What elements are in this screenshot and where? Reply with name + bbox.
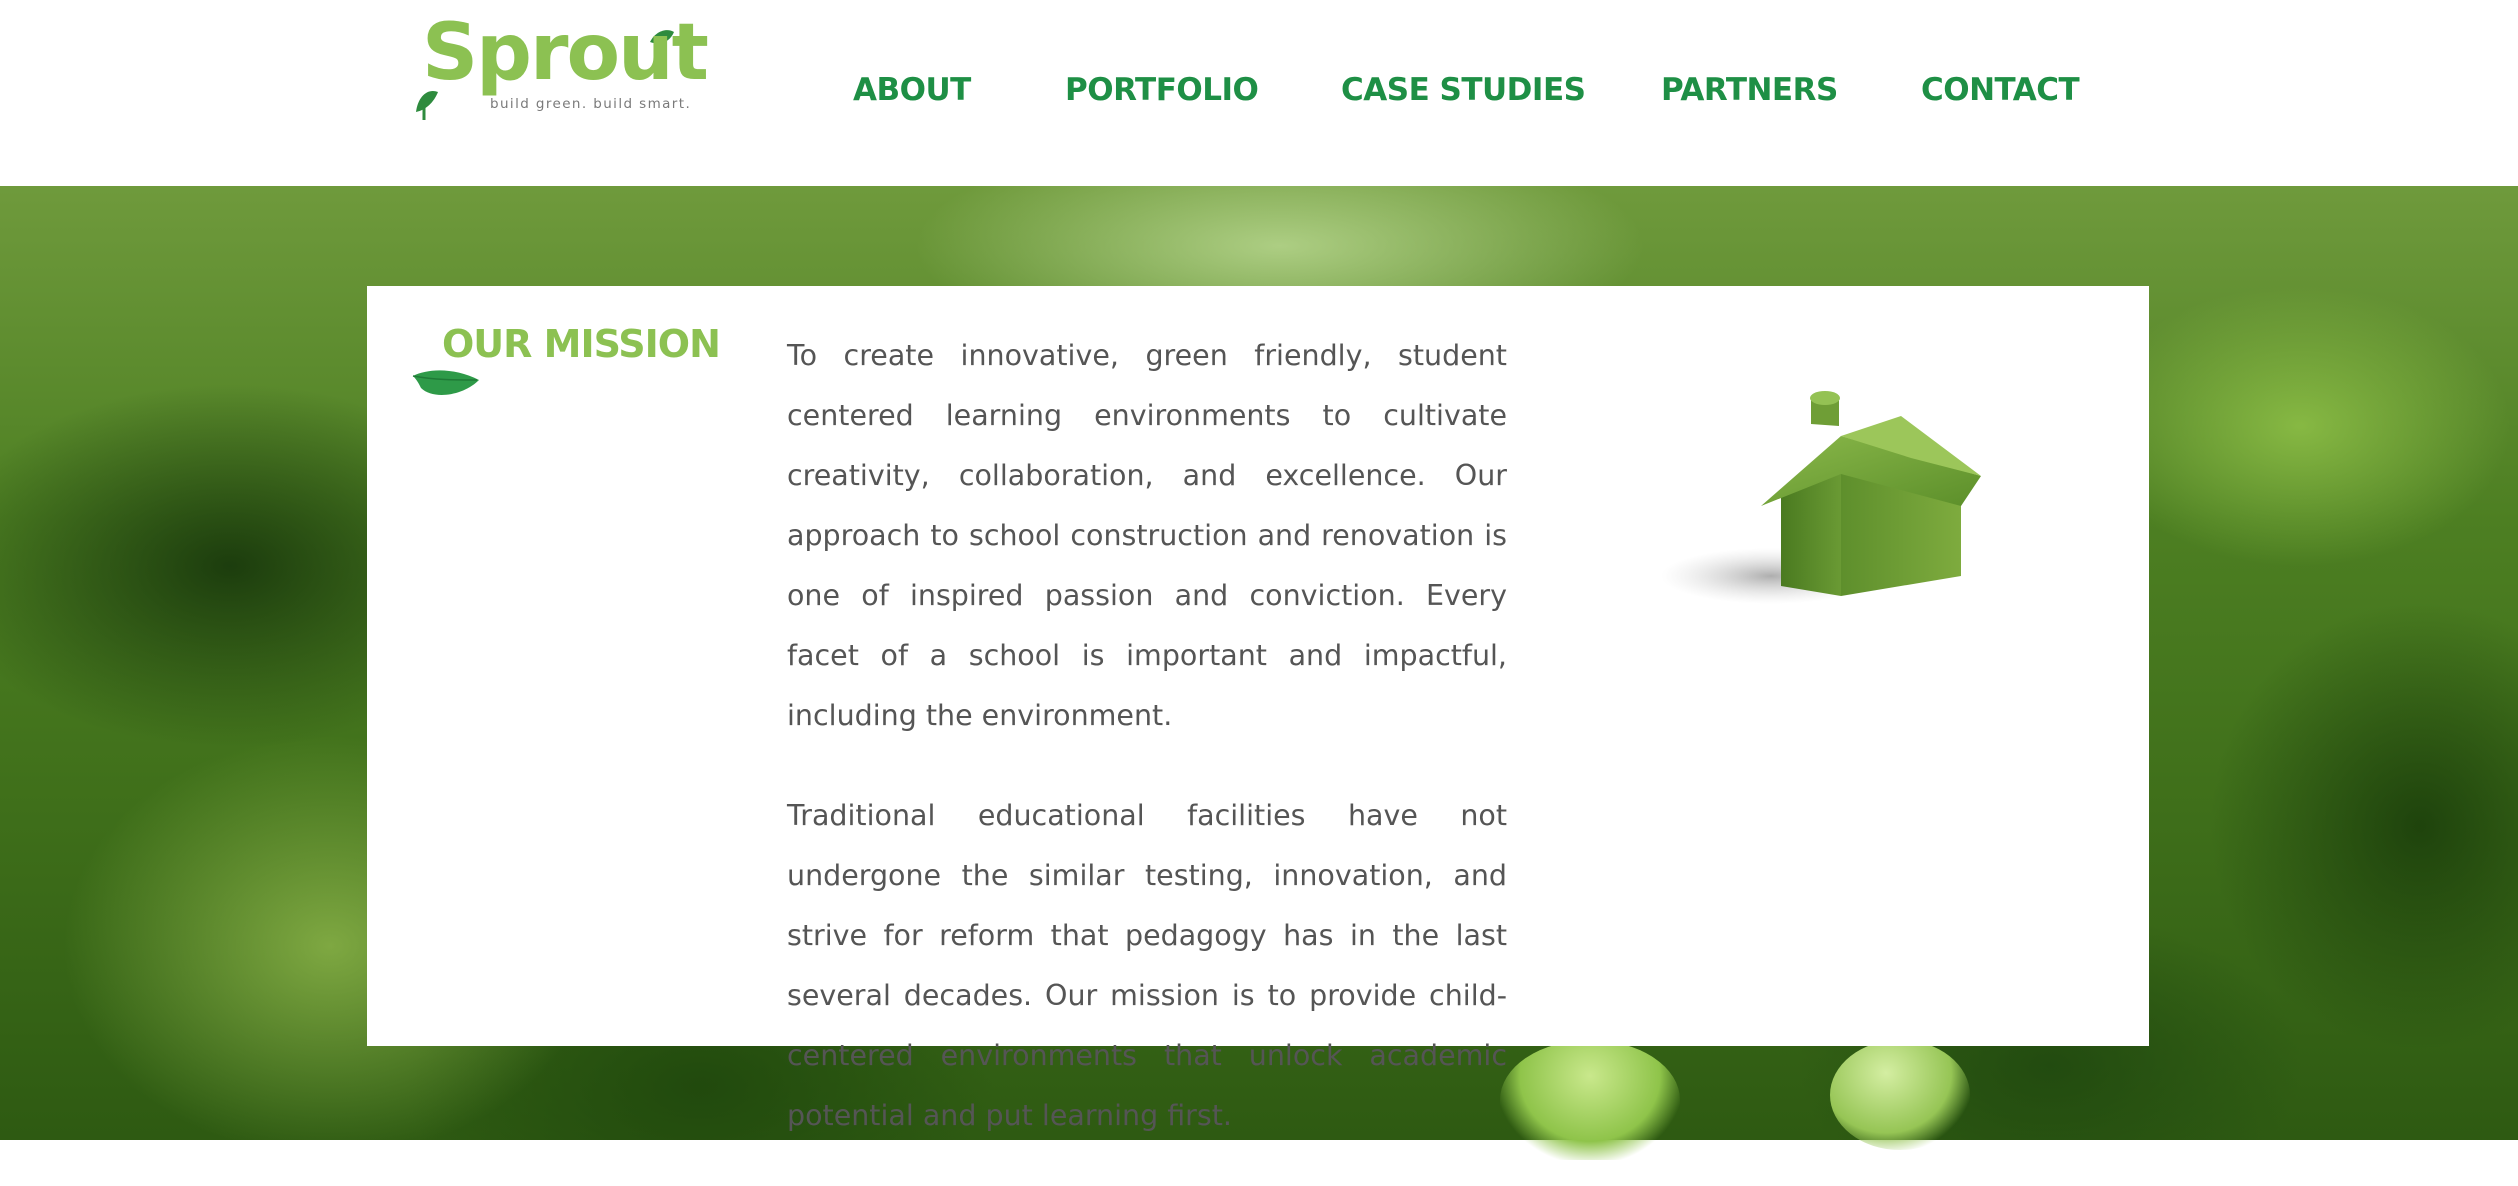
plant-bud-decoration: [1830, 1040, 1970, 1150]
mission-body: To create innovative, green friendly, st…: [787, 326, 1507, 1186]
plant-stem-decoration: [1500, 1040, 1680, 1160]
nav-contact[interactable]: CONTACT: [1921, 70, 2080, 110]
leaf-icon: [412, 370, 479, 395]
mission-title: OUR MISSION: [442, 322, 721, 366]
grass-house-icon: [1661, 391, 1981, 604]
mission-paragraph: To create innovative, green friendly, st…: [787, 339, 1507, 732]
nav-portfolio[interactable]: PORTFOLIO: [1065, 70, 1259, 110]
site-header: Sprout build green. build smart. ABOUT P…: [0, 0, 2518, 186]
main-nav: ABOUT PORTFOLIO CASE STUDIES PARTNERS CO…: [0, 70, 2518, 110]
nav-about[interactable]: ABOUT: [853, 70, 971, 110]
mission-paragraph: Traditional educational facilities have …: [787, 799, 1507, 1132]
mission-card: OUR MISSION To create innovative, green …: [367, 286, 2149, 1132]
nav-case-studies[interactable]: CASE STUDIES: [1341, 70, 1586, 110]
nav-partners[interactable]: PARTNERS: [1661, 70, 1838, 110]
